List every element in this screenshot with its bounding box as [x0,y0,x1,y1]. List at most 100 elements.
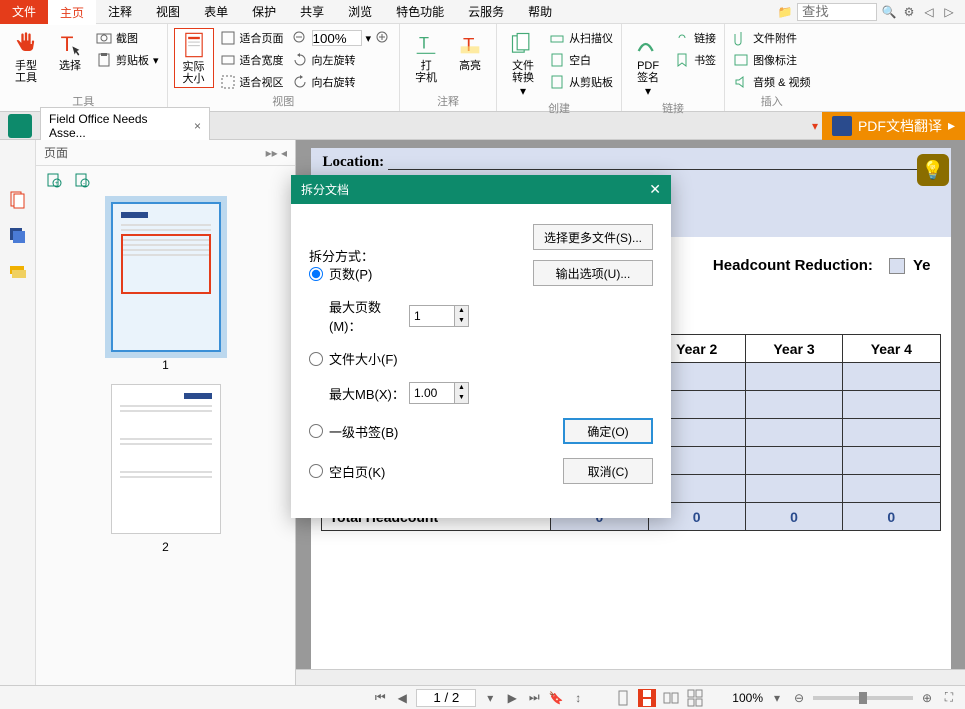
radio-by-pages[interactable]: 页数(P) [309,264,372,283]
spin-up-icon[interactable]: ▲ [455,383,468,393]
page-dropdown-icon[interactable]: ▾ [482,690,498,706]
year-checkbox[interactable] [889,258,905,274]
col-year4: Year 4 [843,335,940,363]
menu-cloud[interactable]: 云服务 [456,0,516,24]
ok-button[interactable]: 确定(O) [563,418,653,444]
page-thumbnail-1[interactable]: 1 [76,202,255,372]
typewriter-button[interactable]: T打 字机 [406,28,446,86]
dialog-close-icon[interactable]: ✕ [649,181,661,198]
blank-button[interactable]: 空白 [547,50,615,70]
clipboard-button[interactable]: 剪贴板 ▾ [94,50,161,70]
select-button[interactable]: T 选择 [50,28,90,74]
panel-collapse-icon[interactable]: ▸▸ ◂ [266,146,287,160]
first-page-button[interactable]: ⏮ [372,690,388,706]
rotate-left-button[interactable]: 向左旋转 [290,50,394,70]
radio-by-bookmark[interactable]: 一级书签(B) [309,422,398,441]
actual-size-button[interactable]: 实际 大小 [174,28,214,88]
menu-form[interactable]: 表单 [192,0,240,24]
menu-browse[interactable]: 浏览 [336,0,384,24]
menu-annotate[interactable]: 注释 [96,0,144,24]
zoom-slider[interactable] [813,696,913,700]
max-mb-input[interactable] [410,383,454,403]
audio-video-button[interactable]: 音频 & 视频 [731,72,812,92]
fit-width-button[interactable]: 适合宽度 [218,50,286,70]
search-input[interactable] [797,3,877,21]
cancel-button[interactable]: 取消(C) [563,458,653,484]
sidebar-pages-icon[interactable] [8,190,28,210]
document-tab[interactable]: Field Office Needs Asse... × [40,107,210,144]
page-thumbnail-2[interactable]: 2 [76,384,255,554]
menu-home[interactable]: 主页 [48,0,96,25]
location-field[interactable] [388,156,938,170]
menu-features[interactable]: 特色功能 [384,0,456,24]
nav-next-icon[interactable]: ▷ [941,4,957,20]
screenshot-button[interactable]: 截图 [94,28,161,48]
zoom-out-button[interactable]: ▾ [290,28,394,48]
sign-icon [634,30,662,58]
pdf-sign-button[interactable]: PDF 签名 ▾ [628,28,668,100]
fit-view-button[interactable]: 适合视区 [218,72,286,92]
output-options-button[interactable]: 输出选项(U)... [533,260,653,286]
radio-by-blank[interactable]: 空白页(K) [309,462,385,481]
view-facing-icon[interactable] [662,689,680,707]
hint-bulb-button[interactable]: 💡 [917,154,949,186]
horizontal-scrollbar[interactable] [296,669,965,685]
link-button[interactable]: 链接 [672,28,718,48]
fullscreen-icon[interactable]: ⛶ [941,690,957,706]
view-facing-continuous-icon[interactable] [686,689,704,707]
radio-by-size[interactable]: 文件大小(F) [309,349,398,368]
bookmark-nav-icon[interactable]: 🔖 [548,690,564,706]
menu-view[interactable]: 视图 [144,0,192,24]
menu-protect[interactable]: 保护 [240,0,288,24]
search-folder-icon[interactable]: 📁 [777,4,793,20]
pages-panel: 页面 ▸▸ ◂ + - 1 2 [36,140,296,685]
spin-up-icon[interactable]: ▲ [455,306,468,316]
zoom-dropdown-icon[interactable]: ▾ [769,690,785,706]
max-pages-spinner[interactable]: ▲▼ [409,305,469,327]
pdf-translate-button[interactable]: PDF文档翻译 ▸ [822,112,965,140]
file-attach-button[interactable]: 文件附件 [731,28,812,48]
select-icon: T [56,30,84,58]
fit-view-icon [220,74,236,90]
spin-down-icon[interactable]: ▼ [455,316,468,326]
menu-share[interactable]: 共享 [288,0,336,24]
nav-prev-icon[interactable]: ◁ [921,4,937,20]
max-pages-input[interactable] [410,306,454,326]
thumb-zoom-out-icon[interactable]: - [74,172,90,188]
zoom-in-button[interactable]: ⊕ [919,690,935,706]
page-number-input[interactable] [416,689,476,707]
image-annot-button[interactable]: 图像标注 [731,50,812,70]
reflow-icon[interactable]: ↕ [570,690,586,706]
prev-page-button[interactable]: ◀ [394,690,410,706]
from-scanner-button[interactable]: 从扫描仪 [547,28,615,48]
max-mb-spinner[interactable]: ▲▼ [409,382,469,404]
thumb-zoom-in-icon[interactable]: + [46,172,62,188]
close-tab-icon[interactable]: × [194,119,201,133]
file-convert-button[interactable]: 文件 转换 ▾ [503,28,543,100]
sidebar-layers-icon[interactable] [8,226,28,246]
bookmark-icon [674,52,690,68]
last-page-button[interactable]: ⏭ [526,690,542,706]
paste-icon [549,74,565,90]
menu-file[interactable]: 文件 [0,0,48,24]
zoom-input[interactable] [312,30,362,46]
rotate-right-button[interactable]: 向右旋转 [290,72,394,92]
view-continuous-icon[interactable] [638,689,656,707]
menu-help[interactable]: 帮助 [516,0,564,24]
more-files-button[interactable]: 选择更多文件(S)... [533,224,653,250]
gear-icon[interactable]: ⚙ [901,4,917,20]
zoom-out-button[interactable]: ⊖ [791,690,807,706]
highlight-button[interactable]: T高亮 [450,28,490,74]
view-single-icon[interactable] [614,689,632,707]
zoom-handle[interactable] [859,692,867,704]
bookmark-button[interactable]: 书签 [672,50,718,70]
tabbar-dropdown-icon[interactable]: ▾ [812,119,818,133]
spin-down-icon[interactable]: ▼ [455,393,468,403]
hand-tool-button[interactable]: 手型 工具 [6,28,46,86]
from-clipboard-button[interactable]: 从剪贴板 [547,72,615,92]
link-icon [674,30,690,46]
search-icon[interactable]: 🔍 [881,4,897,20]
next-page-button[interactable]: ▶ [504,690,520,706]
fit-page-button[interactable]: 适合页面 [218,28,286,48]
sidebar-comments-icon[interactable] [8,262,28,282]
